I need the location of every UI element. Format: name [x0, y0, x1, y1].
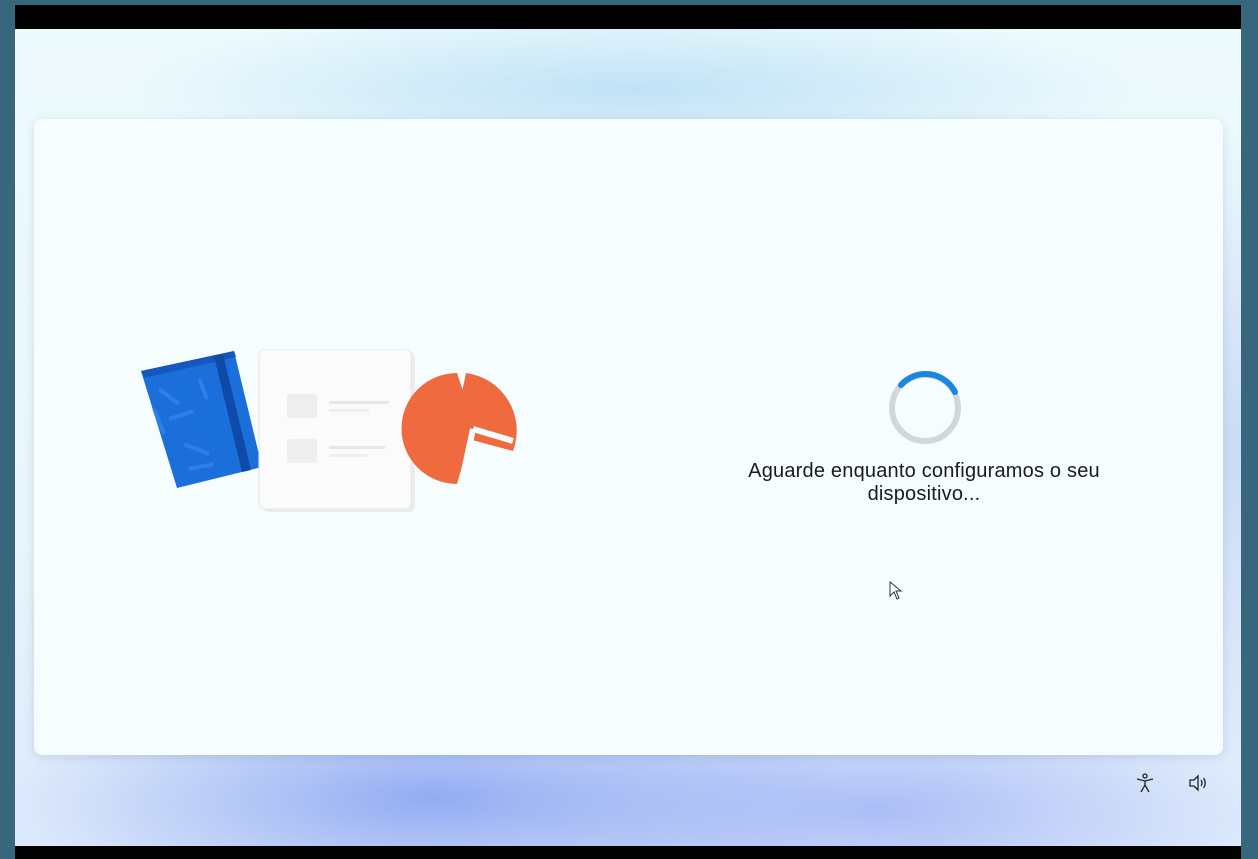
setup-card: Aguarde enquanto configuramos o seu disp… [34, 119, 1223, 755]
accessibility-button[interactable] [1132, 770, 1158, 796]
top-letterbox-bar [15, 5, 1241, 29]
notebook-icon [141, 351, 262, 488]
setup-status-message: Aguarde enquanto configuramos o seu disp… [748, 460, 1100, 505]
setup-illustration [141, 349, 517, 512]
pie-chart-icon [401, 373, 517, 486]
volume-button[interactable] [1186, 770, 1212, 796]
mouse-cursor-icon [889, 581, 903, 600]
checklist-icon [258, 349, 415, 512]
loading-spinner [889, 371, 961, 444]
accessibility-icon [1136, 773, 1154, 793]
oobe-screen: Aguarde enquanto configuramos o seu disp… [15, 29, 1241, 846]
volume-icon [1189, 774, 1206, 792]
bottom-letterbox-bar [15, 846, 1241, 859]
